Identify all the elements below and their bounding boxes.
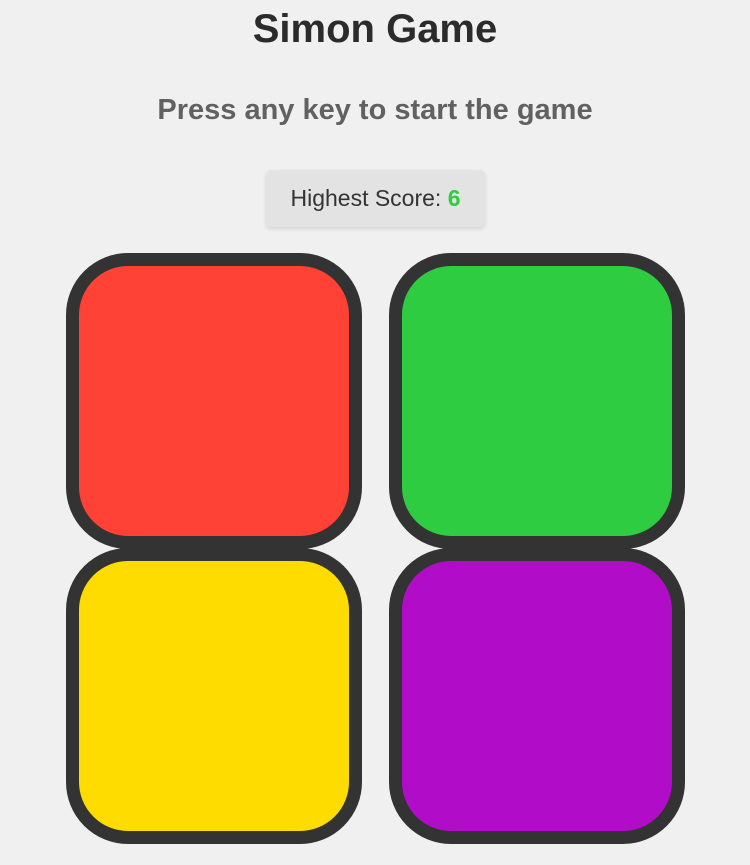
yellow-button[interactable] — [66, 548, 362, 844]
game-title: Simon Game — [252, 7, 498, 51]
green-button[interactable] — [389, 253, 685, 549]
red-button[interactable] — [66, 253, 362, 549]
highest-score-label: Highest Score: — [290, 185, 442, 211]
purple-button[interactable] — [389, 548, 685, 844]
highest-score-box: Highest Score: 6 — [266, 170, 485, 227]
status-message: Press any key to start the game — [157, 94, 593, 126]
highest-score-value: 6 — [447, 185, 461, 211]
